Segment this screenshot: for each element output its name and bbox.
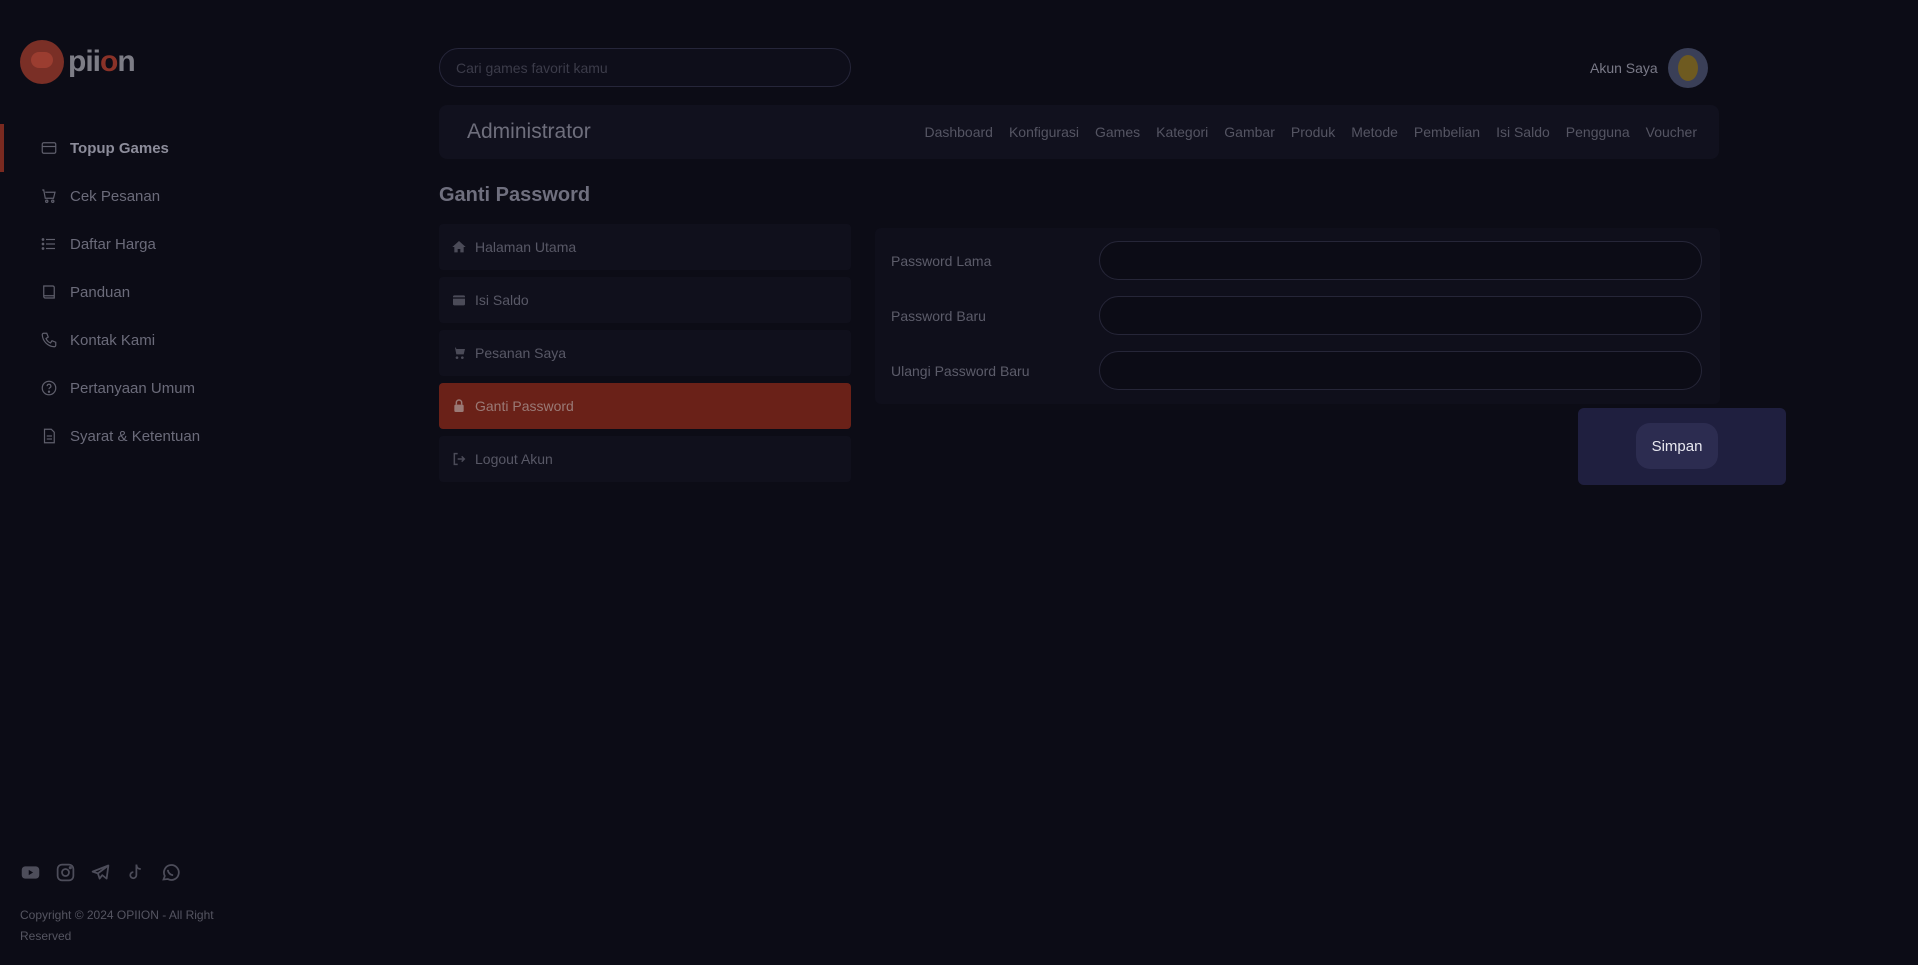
sidebar-item-label: Daftar Harga bbox=[70, 235, 156, 253]
sidebar-item-syarat-ketentuan[interactable]: Syarat & Ketentuan bbox=[0, 412, 330, 460]
admin-menu-pembelian[interactable]: Pembelian bbox=[1414, 124, 1480, 140]
admin-menu-voucher[interactable]: Voucher bbox=[1646, 124, 1697, 140]
logo-gamepad-icon bbox=[20, 40, 64, 84]
menu-item-label: Pesanan Saya bbox=[475, 345, 567, 361]
sidebar-item-label: Pertanyaan Umum bbox=[70, 379, 196, 397]
account-menu[interactable]: Akun Saya bbox=[1590, 48, 1708, 88]
list-icon bbox=[40, 235, 58, 253]
admin-title: Administrator bbox=[467, 120, 591, 143]
logo[interactable]: piion bbox=[20, 40, 136, 84]
admin-menu-metode[interactable]: Metode bbox=[1351, 124, 1398, 140]
menu-item-label: Isi Saldo bbox=[475, 292, 529, 308]
copyright-text: Copyright © 2024 OPIION - All Right Rese… bbox=[20, 908, 214, 943]
book-icon bbox=[40, 283, 58, 301]
sidebar-item-label: Syarat & Ketentuan bbox=[70, 427, 201, 445]
old-password-row: Password Lama bbox=[891, 241, 1702, 280]
social-links bbox=[20, 862, 181, 883]
sidebar-item-label: Panduan bbox=[70, 283, 131, 301]
account-side-menu: Halaman Utama Isi Saldo Pesanan Saya Gan… bbox=[439, 224, 851, 489]
old-password-label: Password Lama bbox=[891, 252, 992, 269]
wallet-icon bbox=[451, 292, 467, 308]
sidebar-item-cek-pesanan[interactable]: Cek Pesanan bbox=[0, 172, 330, 220]
youtube-icon[interactable] bbox=[20, 862, 41, 883]
phone-icon bbox=[40, 331, 58, 349]
new-password-label: Password Baru bbox=[891, 307, 986, 324]
logout-icon bbox=[451, 451, 467, 467]
lock-icon bbox=[451, 398, 467, 414]
admin-menu-games[interactable]: Games bbox=[1095, 124, 1140, 140]
admin-menu-pengguna[interactable]: Pengguna bbox=[1566, 124, 1630, 140]
admin-menu-gambar[interactable]: Gambar bbox=[1224, 124, 1275, 140]
old-password-field[interactable] bbox=[1099, 241, 1702, 280]
search-input[interactable] bbox=[439, 48, 851, 87]
new-password-row: Password Baru bbox=[891, 296, 1702, 335]
instagram-icon[interactable] bbox=[55, 862, 76, 883]
credit-card-icon bbox=[40, 139, 58, 157]
sidebar-item-topup-games[interactable]: Topup Games bbox=[0, 124, 330, 172]
sidebar-item-label: Topup Games bbox=[70, 139, 169, 157]
menu-item-label: Logout Akun bbox=[475, 451, 553, 467]
avatar[interactable] bbox=[1667, 48, 1708, 88]
admin-menu-produk[interactable]: Produk bbox=[1291, 124, 1335, 140]
help-circle-icon bbox=[40, 379, 58, 397]
new-password-field[interactable] bbox=[1099, 296, 1702, 335]
tiktok-icon[interactable] bbox=[125, 862, 146, 883]
home-icon bbox=[451, 239, 467, 255]
sidebar-item-kontak-kami[interactable]: Kontak Kami bbox=[0, 316, 330, 364]
admin-menu-konfigurasi[interactable]: Konfigurasi bbox=[1009, 124, 1079, 140]
change-password-form: Password Lama Password Baru Ulangi Passw… bbox=[875, 228, 1720, 404]
sidebar-item-pertanyaan-umum[interactable]: Pertanyaan Umum bbox=[0, 364, 330, 412]
repeat-password-field[interactable] bbox=[1099, 351, 1702, 390]
menu-item-label: Halaman Utama bbox=[475, 239, 577, 255]
page-title: Ganti Password bbox=[439, 184, 591, 206]
repeat-password-row: Ulangi Password Baru bbox=[891, 351, 1702, 390]
admin-navbar: Administrator Dashboard Konfigurasi Game… bbox=[439, 105, 1719, 159]
telegram-icon[interactable] bbox=[90, 862, 111, 883]
repeat-password-label: Ulangi Password Baru bbox=[891, 362, 1030, 379]
save-button[interactable]: Simpan bbox=[1636, 423, 1718, 469]
admin-menu-isi-saldo[interactable]: Isi Saldo bbox=[1496, 124, 1550, 140]
sidebar-item-label: Kontak Kami bbox=[70, 331, 156, 349]
menu-item-pesanan-saya[interactable]: Pesanan Saya bbox=[439, 330, 851, 376]
sidebar-item-label: Cek Pesanan bbox=[70, 187, 161, 205]
menu-item-logout-akun[interactable]: Logout Akun bbox=[439, 436, 851, 482]
cart-icon bbox=[40, 187, 58, 205]
cart-icon bbox=[451, 345, 467, 361]
save-panel: Simpan bbox=[1578, 408, 1786, 485]
menu-item-label: Ganti Password bbox=[475, 398, 574, 414]
admin-menu-kategori[interactable]: Kategori bbox=[1156, 124, 1208, 140]
account-label: Akun Saya bbox=[1590, 60, 1658, 76]
logo-text: piion bbox=[68, 45, 136, 78]
admin-menu-dashboard[interactable]: Dashboard bbox=[924, 124, 993, 140]
admin-menu: Dashboard Konfigurasi Games Kategori Gam… bbox=[924, 124, 1697, 140]
menu-item-ganti-password[interactable]: Ganti Password bbox=[439, 383, 851, 429]
menu-item-isi-saldo[interactable]: Isi Saldo bbox=[439, 277, 851, 323]
whatsapp-icon[interactable] bbox=[160, 862, 181, 883]
document-icon bbox=[40, 427, 58, 445]
sidebar-item-daftar-harga[interactable]: Daftar Harga bbox=[0, 220, 330, 268]
menu-item-halaman-utama[interactable]: Halaman Utama bbox=[439, 224, 851, 270]
sidebar-item-panduan[interactable]: Panduan bbox=[0, 268, 330, 316]
sidebar: piion Topup Games Cek Pesanan Daftar Har… bbox=[0, 0, 330, 965]
sidebar-nav: Topup Games Cek Pesanan Daftar Harga Pan… bbox=[0, 124, 330, 460]
